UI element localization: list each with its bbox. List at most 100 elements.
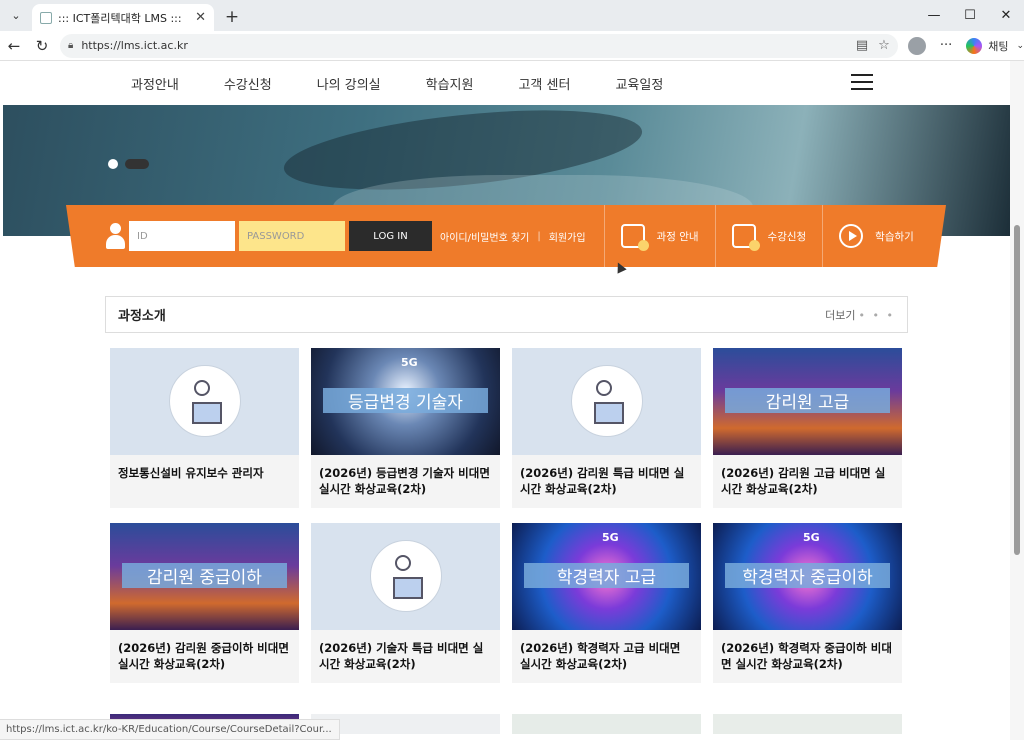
course-title[interactable]: (2026년) 감리원 중급이하 비대면 실시간 화상교육(2차) [110, 630, 299, 683]
thumbnail-5g-badge: 5G [401, 356, 418, 369]
thumbnail-label: 감리원 중급이하 [122, 563, 287, 588]
quick-registration[interactable]: 수강신청 [714, 205, 823, 267]
course-title[interactable]: (2026년) 기술자 특급 비대면 실시간 화상교육(2차) [311, 630, 500, 683]
site-favicon-icon [40, 11, 52, 24]
status-bar-url: https://lms.ict.ac.kr/ko-KR/Education/Co… [0, 719, 340, 740]
course-title[interactable]: (2026년) 학경력자 고급 비대면 실시간 화상교육(2차) [512, 630, 701, 683]
copilot-label: 채팅 [988, 39, 1009, 53]
address-bar[interactable]: 🔒︎ https://lms.ict.ac.kr ▤ ☆ [60, 33, 898, 58]
new-tab-button[interactable]: + [220, 5, 244, 29]
course-thumbnail-partial[interactable] [512, 714, 701, 734]
back-icon[interactable]: ← [0, 37, 28, 55]
reload-icon[interactable]: ↻ [28, 37, 56, 55]
banner-pagination [108, 159, 149, 169]
play-icon [839, 224, 864, 248]
copilot-icon [966, 37, 983, 54]
thumbnail-label: 등급변경 기술자 [323, 388, 488, 413]
user-icon [106, 223, 125, 249]
copilot-chat-button[interactable]: 채팅 ⌄ [966, 37, 1024, 54]
browser-tabbar: ⌄ ::: ICT폴리텍대학 LMS ::: ✕ + — ☐ ✕ [0, 0, 1024, 31]
course-thumbnail[interactable]: 감리원 고급 [713, 348, 902, 455]
close-window-icon[interactable]: ✕ [988, 0, 1024, 31]
course-thumbnail[interactable]: 5G 등급변경 기술자 [311, 348, 500, 455]
chevron-down-icon: ⌄ [1016, 40, 1024, 51]
course-thumbnail[interactable]: 5G 학경력자 중급이하 [713, 523, 902, 630]
more-link[interactable]: 더보기 • • • [825, 307, 895, 323]
course-thumbnail[interactable]: 감리원 중급이하 [110, 523, 299, 630]
thumbnail-label: 학경력자 고급 [524, 563, 689, 588]
course-card[interactable]: (2026년) 감리원 특급 비대면 실시간 화상교육(2차) [512, 348, 701, 508]
id-input[interactable] [129, 221, 235, 251]
window-controls: — ☐ ✕ [916, 0, 1024, 31]
thumbnail-5g-badge: 5G [803, 531, 820, 544]
join-link[interactable]: 회원가입 [549, 229, 586, 244]
presenter-icon [370, 540, 442, 612]
calendar-icon [620, 224, 649, 251]
link-separator: | [537, 230, 541, 242]
course-thumbnail[interactable]: 5G 학경력자 고급 [512, 523, 701, 630]
banner-dot-2-active[interactable] [125, 159, 149, 169]
hamburger-menu-icon[interactable] [851, 74, 873, 90]
course-card[interactable]: 감리원 고급 (2026년) 감리원 고급 비대면 실시간 화상교육(2차) [713, 348, 902, 508]
course-card[interactable]: 5G 학경력자 고급 (2026년) 학경력자 고급 비대면 실시간 화상교육(2… [512, 523, 701, 683]
reader-mode-icon[interactable]: ▤ [856, 38, 868, 53]
lock-icon[interactable]: 🔒︎ [68, 40, 73, 51]
quick-registration-label: 수강신청 [767, 230, 807, 243]
maximize-icon[interactable]: ☐ [952, 0, 988, 31]
thumbnail-label: 감리원 고급 [725, 388, 890, 413]
course-title[interactable]: (2026년) 감리원 특급 비대면 실시간 화상교육(2차) [512, 455, 701, 508]
nav-item-schedule[interactable]: 교육일정 [615, 74, 663, 93]
scrollbar-thumb[interactable] [1014, 225, 1020, 555]
page-viewport: 과정안내 수강신청 나의 강의실 학습지원 고객 센터 교육일정 LOG IN … [0, 61, 1024, 740]
quick-study[interactable]: 학습하기 [822, 205, 930, 267]
login-button[interactable]: LOG IN [349, 221, 432, 251]
quick-study-label: 학습하기 [875, 230, 914, 243]
url-text[interactable]: https://lms.ict.ac.kr [81, 39, 846, 52]
quick-course-info[interactable]: 과정 안내 [603, 205, 715, 267]
nav-item-my-classroom[interactable]: 나의 강의실 [317, 74, 381, 93]
more-link-label: 더보기 [825, 308, 856, 322]
course-card[interactable]: 5G 학경력자 중급이하 (2026년) 학경력자 중급이하 비대면 실시간 화상… [713, 523, 902, 683]
nav-item-customer-center[interactable]: 고객 센터 [518, 74, 570, 93]
profile-avatar[interactable] [907, 36, 926, 55]
thumbnail-5g-badge: 5G [602, 531, 619, 544]
presenter-icon [169, 365, 241, 437]
course-title[interactable]: (2026년) 등급변경 기술자 비대면 실시간 화상교육(2차) [311, 455, 500, 508]
document-icon [731, 224, 760, 251]
main-navigation: 과정안내 수강신청 나의 강의실 학습지원 고객 센터 교육일정 [0, 61, 1010, 105]
tab-list-button[interactable]: ⌄ [4, 4, 28, 26]
course-card[interactable]: 정보통신설비 유지보수 관리자 [110, 348, 299, 508]
presenter-icon [571, 365, 643, 437]
browser-tab[interactable]: ::: ICT폴리텍대학 LMS ::: ✕ [32, 4, 214, 31]
quick-menu: 과정 안내 수강신청 학습하기 [603, 205, 930, 267]
course-thumbnail-partial[interactable] [713, 714, 902, 734]
course-thumbnail-placeholder[interactable] [311, 523, 500, 630]
nav-item-learning-support[interactable]: 학습지원 [426, 74, 474, 93]
course-thumbnail-placeholder[interactable] [110, 348, 299, 455]
course-grid: 정보통신설비 유지보수 관리자 5G 등급변경 기술자 (2026년) 등급변경 … [110, 348, 902, 683]
quick-course-info-label: 과정 안내 [656, 230, 699, 243]
tab-title: ::: ICT폴리텍대학 LMS ::: [58, 11, 182, 25]
tab-close-icon[interactable]: ✕ [195, 10, 206, 25]
section-title: 과정소개 [118, 309, 166, 324]
nav-item-registration[interactable]: 수강신청 [224, 74, 272, 93]
course-card[interactable]: (2026년) 기술자 특급 비대면 실시간 화상교육(2차) [311, 523, 500, 683]
login-bar: LOG IN 아이디/비밀번호 찾기 | 회원가입 과정 안내 수강신청 학습하… [66, 205, 946, 267]
course-card[interactable]: 5G 등급변경 기술자 (2026년) 등급변경 기술자 비대면 실시간 화상교육… [311, 348, 500, 508]
course-card[interactable]: 감리원 중급이하 (2026년) 감리원 중급이하 비대면 실시간 화상교육(2… [110, 523, 299, 683]
course-thumbnail-placeholder[interactable] [512, 348, 701, 455]
address-bar-row: ← ↻ 🔒︎ https://lms.ict.ac.kr ▤ ☆ ··· 채팅 … [0, 31, 1024, 61]
course-title[interactable]: (2026년) 감리원 고급 비대면 실시간 화상교육(2차) [713, 455, 902, 508]
favorite-star-icon[interactable]: ☆ [878, 38, 890, 53]
course-section-header: 과정소개 더보기 • • • [105, 296, 908, 333]
banner-dot-1[interactable] [108, 159, 118, 169]
page-scrollbar[interactable] [1010, 61, 1024, 740]
more-menu-icon[interactable]: ··· [940, 38, 952, 53]
nav-item-course-info[interactable]: 과정안내 [131, 74, 179, 93]
course-title[interactable]: (2026년) 학경력자 중급이하 비대면 실시간 화상교육(2차) [713, 630, 902, 683]
thumbnail-label: 학경력자 중급이하 [725, 563, 890, 588]
find-account-link[interactable]: 아이디/비밀번호 찾기 [440, 229, 529, 244]
course-title[interactable]: 정보통신설비 유지보수 관리자 [110, 455, 299, 508]
password-input[interactable] [239, 221, 345, 251]
minimize-icon[interactable]: — [916, 0, 952, 31]
